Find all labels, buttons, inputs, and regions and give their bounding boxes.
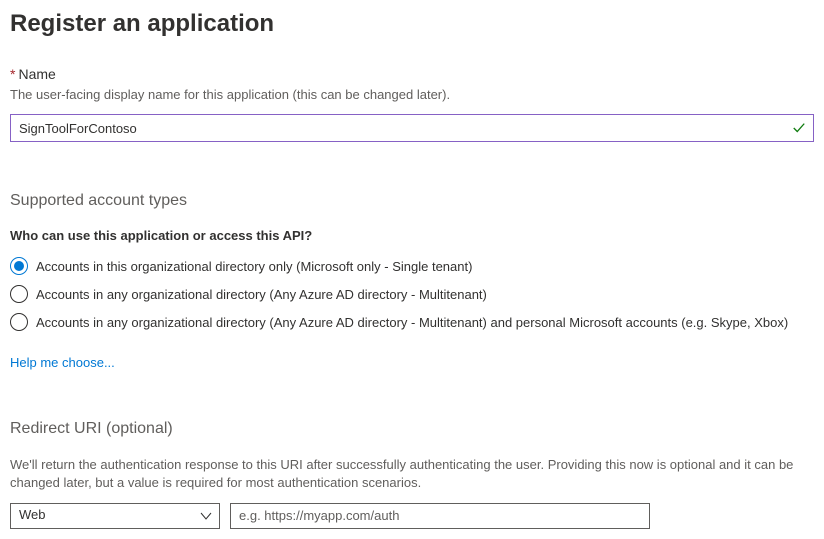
redirect-uri-input[interactable] [230,503,650,529]
radio-label: Accounts in any organizational directory… [36,287,487,302]
radio-option-multitenant-personal[interactable]: Accounts in any organizational directory… [10,313,814,331]
radio-option-single-tenant[interactable]: Accounts in this organizational director… [10,257,814,275]
platform-select-wrapper: Web [10,503,220,529]
radio-label: Accounts in this organizational director… [36,259,472,274]
radio-icon [10,285,28,303]
redirect-uri-row: Web [10,503,814,529]
required-asterisk: * [10,66,15,82]
name-input-wrapper [10,114,814,142]
radio-icon [10,313,28,331]
checkmark-icon [792,121,806,135]
redirect-uri-heading: Redirect URI (optional) [10,420,814,438]
radio-icon [10,257,28,275]
radio-option-multitenant[interactable]: Accounts in any organizational directory… [10,285,814,303]
platform-select[interactable]: Web [10,503,220,529]
account-types-radio-group: Accounts in this organizational director… [10,257,814,331]
account-types-heading: Supported account types [10,192,814,210]
name-description: The user-facing display name for this ap… [10,86,814,104]
account-types-question: Who can use this application or access t… [10,228,814,243]
page-title: Register an application [10,10,814,38]
help-me-choose-link[interactable]: Help me choose... [10,355,115,370]
redirect-uri-description: We'll return the authentication response… [10,456,814,492]
name-label: *Name [10,66,814,82]
app-name-input[interactable] [10,114,814,142]
radio-label: Accounts in any organizational directory… [36,315,788,330]
